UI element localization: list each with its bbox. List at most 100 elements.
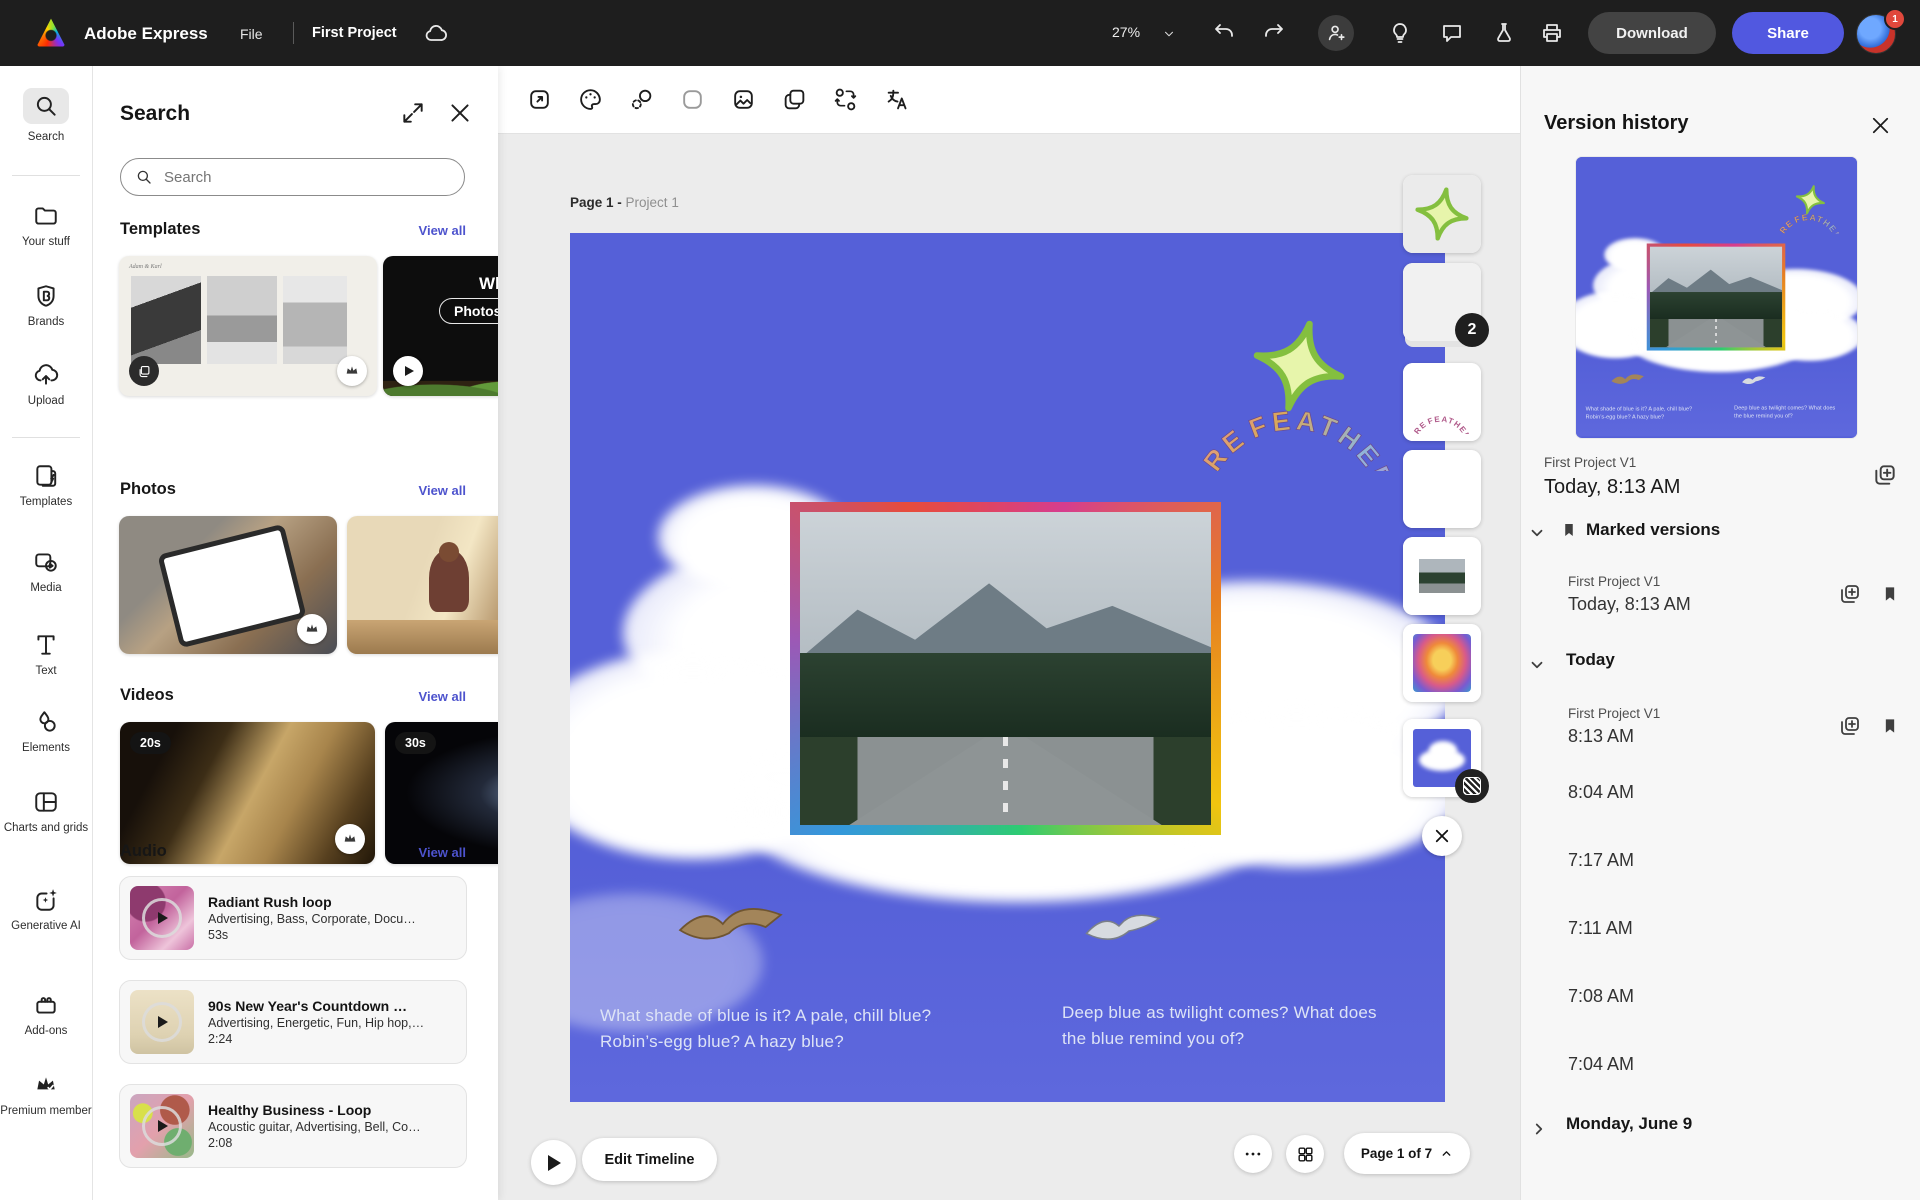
audio-meta: Healthy Business - Loop Acoustic guitar,…: [208, 1102, 421, 1150]
sidebar-item-text[interactable]: Text: [0, 632, 92, 678]
sidebar-item-templates[interactable]: Templates: [0, 463, 92, 509]
photo-card-cafe[interactable]: [347, 516, 498, 654]
file-menu[interactable]: File: [240, 26, 263, 42]
version-entry-time[interactable]: 7:11 AM: [1568, 918, 1633, 939]
sidebar-item-brands[interactable]: Brands: [0, 283, 92, 329]
close-version-history-icon[interactable]: [1869, 114, 1892, 137]
video-card-particles[interactable]: 30s: [385, 722, 498, 864]
sidebar-item-charts-and-grids[interactable]: Charts and grids: [0, 789, 92, 835]
search-icon: [135, 168, 153, 186]
sidebar-item-premium-member[interactable]: Premium member: [0, 1072, 92, 1118]
left-rail: Search Your stuff Brands Upload Template…: [0, 66, 93, 1200]
framed-road-photo[interactable]: [790, 502, 1221, 835]
frame-icon[interactable]: [731, 87, 756, 112]
comment-icon[interactable]: [1440, 21, 1464, 45]
sidebar-item-search[interactable]: Search: [0, 88, 92, 144]
edit-timeline-button[interactable]: Edit Timeline: [582, 1138, 717, 1181]
caption-text-right[interactable]: Deep blue as twilight comes? What does t…: [1062, 1000, 1397, 1053]
layer-thumb-cloud[interactable]: [1403, 719, 1481, 797]
sidebar-item-your-stuff[interactable]: Your stuff: [0, 203, 92, 249]
layer-thumb-group[interactable]: 2: [1403, 263, 1481, 341]
lightbulb-icon[interactable]: [1388, 21, 1412, 45]
zoom-control[interactable]: 27%: [1112, 24, 1140, 40]
adobe-express-logo-icon[interactable]: [36, 18, 66, 48]
template-card-dark[interactable]: Wh Photos: [383, 256, 498, 396]
audio-item-healthy-business[interactable]: Healthy Business - Loop Acoustic guitar,…: [119, 1084, 467, 1168]
version-entry-time[interactable]: 7:04 AM: [1568, 1054, 1634, 1075]
bookmark-filled-icon[interactable]: [1880, 584, 1900, 604]
swap-icon[interactable]: [833, 87, 858, 112]
template-card-wedding[interactable]: Adam & Karl: [119, 256, 377, 396]
sidebar-item-media[interactable]: Media: [0, 549, 92, 595]
expand-panel-icon[interactable]: [400, 100, 426, 126]
divider: [293, 22, 294, 44]
translate-icon[interactable]: [885, 87, 910, 112]
bird-right-element[interactable]: [1084, 907, 1164, 955]
template-photo: [207, 276, 277, 364]
sidebar-item-generative-ai[interactable]: Generative AI: [0, 887, 92, 933]
play-preview-button[interactable]: [531, 1140, 576, 1185]
resize-icon[interactable]: [527, 87, 552, 112]
audio-item-new-years-countdown[interactable]: 90s New Year's Countdown … Advertising, …: [119, 980, 467, 1064]
marked-version-time[interactable]: Today, 8:13 AM: [1568, 594, 1691, 615]
duplicate-version-icon[interactable]: [1872, 462, 1898, 488]
play-icon: [142, 1106, 182, 1146]
close-panel-icon[interactable]: [447, 100, 473, 126]
version-entry-time[interactable]: 7:17 AM: [1568, 850, 1634, 871]
version-entry-time[interactable]: 8:04 AM: [1568, 782, 1634, 803]
page-indicator-button[interactable]: Page 1 of 7: [1344, 1133, 1470, 1174]
audio-view-all-link[interactable]: View all: [419, 845, 466, 860]
version-entry-time[interactable]: 8:13 AM: [1568, 726, 1634, 747]
page-grid-view-button[interactable]: [1286, 1135, 1324, 1173]
add-collaborator-button[interactable]: [1318, 15, 1354, 51]
layer-thumb-star[interactable]: [1403, 175, 1481, 253]
download-button[interactable]: Download: [1588, 12, 1716, 54]
version-entry-time[interactable]: 7:08 AM: [1568, 986, 1634, 1007]
expand-monday-icon[interactable]: [1530, 1120, 1548, 1138]
chevron-down-icon[interactable]: [1162, 27, 1176, 41]
layer-thumb-photo[interactable]: [1403, 537, 1481, 615]
audio-item-radiant-rush[interactable]: Radiant Rush loop Advertising, Bass, Cor…: [119, 876, 467, 960]
premium-crown-icon: [33, 1072, 59, 1098]
duplicate-pages-icon[interactable]: [782, 87, 807, 112]
bird-left-element[interactable]: [677, 899, 787, 949]
caption-text-left[interactable]: What shade of blue is it? A pale, chill …: [600, 1003, 950, 1056]
printer-icon[interactable]: [1540, 21, 1564, 45]
photo-card-tablet[interactable]: [119, 516, 337, 654]
design-canvas-page-1[interactable]: FEATHERS BENEATH THE AZURE What shade of…: [570, 233, 1445, 1102]
flask-icon[interactable]: [1492, 21, 1516, 45]
duplicate-version-icon[interactable]: [1838, 582, 1862, 606]
collapse-marked-versions-icon[interactable]: [1528, 524, 1546, 542]
collapse-today-icon[interactable]: [1528, 656, 1546, 674]
photos-view-all-link[interactable]: View all: [419, 483, 466, 498]
text-icon: [33, 632, 59, 658]
deselect-close-button[interactable]: [1422, 816, 1462, 856]
layer-thumb-circular-text[interactable]: FEATHERS BENEATH THE AZURE: [1403, 363, 1481, 441]
more-options-button[interactable]: [1234, 1135, 1272, 1173]
sidebar-item-add-ons[interactable]: Add-ons: [0, 992, 92, 1038]
theme-palette-icon[interactable]: [578, 87, 603, 112]
bookmark-filled-icon[interactable]: [1880, 716, 1900, 736]
version-entry-name[interactable]: First Project V1: [1568, 706, 1660, 721]
layer-thumb-empty[interactable]: [1403, 450, 1481, 528]
shape-icon[interactable]: [680, 87, 705, 112]
animate-icon[interactable]: [629, 87, 654, 112]
layer-thumb-rainbow[interactable]: [1403, 624, 1481, 702]
duplicate-version-icon[interactable]: [1838, 714, 1862, 738]
undo-icon[interactable]: [1212, 21, 1236, 45]
audio-thumbnail: [130, 886, 194, 950]
project-name[interactable]: First Project: [312, 25, 397, 41]
canvas-toolbar: [498, 66, 1520, 134]
share-button[interactable]: Share: [1732, 12, 1844, 54]
version-preview-image[interactable]: FEATHERS BENEATH THE AZURE What shade of…: [1576, 157, 1857, 438]
marked-version-name[interactable]: First Project V1: [1568, 574, 1660, 589]
page-label: Page 1 - Project 1: [570, 195, 679, 210]
videos-view-all-link[interactable]: View all: [419, 689, 466, 704]
redo-icon[interactable]: [1262, 21, 1286, 45]
search-panel-title: Search: [120, 102, 190, 126]
sidebar-item-upload[interactable]: Upload: [0, 362, 92, 408]
rainbow-thumb: [1413, 634, 1471, 692]
search-input[interactable]: [162, 168, 450, 187]
sidebar-item-elements[interactable]: Elements: [0, 709, 92, 755]
templates-view-all-link[interactable]: View all: [419, 223, 466, 238]
